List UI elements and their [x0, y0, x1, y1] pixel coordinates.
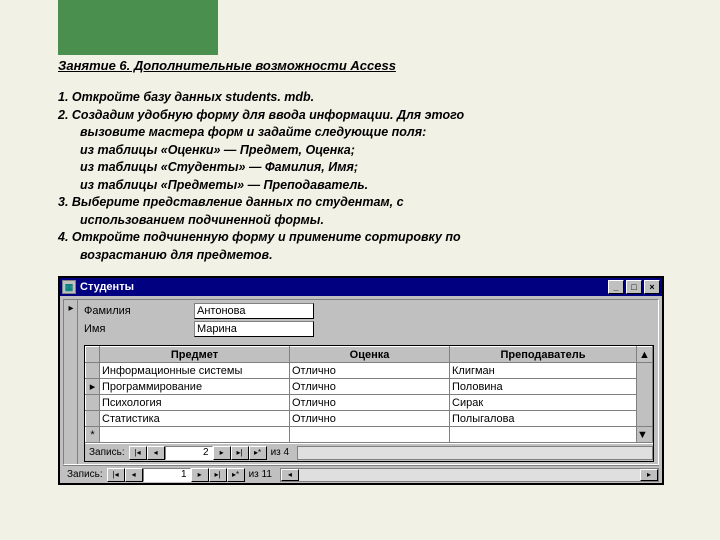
cell-teacher[interactable]: Половина [450, 379, 637, 395]
cell-subject[interactable]: Психология [100, 395, 290, 411]
instr-line: 2. Создадим удобную форму для ввода инфо… [58, 107, 672, 125]
subform-datasheet: Предмет Оценка Преподаватель ▲ Информаци… [84, 345, 654, 462]
nav-new-button[interactable]: ▸* [227, 468, 245, 482]
nav-label: Запись: [85, 447, 129, 458]
scroll-up-button[interactable]: ▲ [637, 347, 653, 363]
form-detail: ▸ Фамилия Антонова Имя Марина [63, 299, 659, 465]
nav-first-button[interactable]: |◂ [129, 446, 147, 460]
close-button[interactable]: × [644, 280, 660, 294]
instr-line: вызовите мастера форм и задайте следующи… [58, 124, 672, 142]
label-surname: Фамилия [84, 305, 194, 317]
label-name: Имя [84, 323, 194, 335]
select-all-cell[interactable] [86, 347, 100, 363]
nav-current[interactable]: 2 [165, 446, 213, 460]
table-row: Статистика Отлично Полыгалова [86, 411, 653, 427]
cell-grade[interactable]: Отлично [290, 379, 450, 395]
instr-line: использованием подчиненной формы. [58, 212, 672, 230]
scrollbar-track[interactable] [637, 363, 653, 427]
outer-record-nav: Запись: |◂ ◂ 1 ▸ ▸| ▸* из 11 ◂ ▸ [63, 465, 659, 483]
instr-line: из таблицы «Оценки» — Предмет, Оценка; [58, 142, 672, 160]
instr-line: 4. Откройте подчиненную форму и применит… [58, 229, 672, 247]
current-record-icon: ▸ [65, 302, 77, 314]
nav-current[interactable]: 1 [143, 468, 191, 482]
hscroll-left-button[interactable]: ◂ [281, 469, 299, 481]
cell-subject[interactable]: Информационные системы [100, 363, 290, 379]
field-surname[interactable]: Антонова [194, 303, 314, 319]
nav-label: Запись: [63, 469, 107, 480]
new-record-icon[interactable]: * [86, 427, 100, 443]
table-row: ▸ Программирование Отлично Половина [86, 379, 653, 395]
access-form-window: ▦ Студенты _ □ × ▸ Фамилия Антонова Имя [58, 276, 664, 485]
cell-grade[interactable]: Отлично [290, 363, 450, 379]
titlebar[interactable]: ▦ Студенты _ □ × [60, 278, 662, 296]
form-icon: ▦ [62, 280, 76, 294]
subform-record-nav: Запись: |◂ ◂ 2 ▸ ▸| ▸* из 4 [85, 443, 653, 461]
scroll-down-button[interactable]: ▼ [637, 427, 653, 443]
cell-teacher[interactable]: Клигман [450, 363, 637, 379]
row-selector[interactable] [86, 395, 100, 411]
instr-line: возрастанию для предметов. [58, 247, 672, 265]
instructions: 1. Откройте базу данных students. mdb. 2… [58, 89, 672, 264]
cell-teacher[interactable]: Сирак [450, 395, 637, 411]
maximize-button[interactable]: □ [626, 280, 642, 294]
cell-teacher[interactable]: Полыгалова [450, 411, 637, 427]
instr-line: 3. Выберите представление данных по студ… [58, 194, 672, 212]
decorative-block [58, 0, 218, 55]
instr-line: из таблицы «Студенты» — Фамилия, Имя; [58, 159, 672, 177]
table-row: Информационные системы Отлично Клигман [86, 363, 653, 379]
nav-last-button[interactable]: ▸| [231, 446, 249, 460]
instr-line: из таблицы «Предметы» — Преподаватель. [58, 177, 672, 195]
row-selector[interactable] [86, 411, 100, 427]
nav-prev-button[interactable]: ◂ [147, 446, 165, 460]
nav-new-button[interactable]: ▸* [249, 446, 267, 460]
row-selector[interactable]: ▸ [86, 379, 100, 395]
subform-hscroll[interactable] [297, 446, 653, 460]
cell-subject[interactable]: Статистика [100, 411, 290, 427]
outer-hscroll[interactable]: ◂ ▸ [280, 468, 659, 482]
table-row: Психология Отлично Сирак [86, 395, 653, 411]
record-selector[interactable]: ▸ [64, 300, 78, 464]
nav-next-button[interactable]: ▸ [213, 446, 231, 460]
col-teacher[interactable]: Преподаватель [450, 347, 637, 363]
new-record-row: * ▼ [86, 427, 653, 443]
row-selector[interactable] [86, 363, 100, 379]
nav-last-button[interactable]: ▸| [209, 468, 227, 482]
nav-prev-button[interactable]: ◂ [125, 468, 143, 482]
minimize-button[interactable]: _ [608, 280, 624, 294]
nav-first-button[interactable]: |◂ [107, 468, 125, 482]
col-subject[interactable]: Предмет [100, 347, 290, 363]
col-grade[interactable]: Оценка [290, 347, 450, 363]
cell-grade[interactable]: Отлично [290, 395, 450, 411]
cell-subject[interactable]: Программирование [100, 379, 290, 395]
field-name[interactable]: Марина [194, 321, 314, 337]
cell-grade[interactable]: Отлично [290, 411, 450, 427]
hscroll-right-button[interactable]: ▸ [640, 469, 658, 481]
nav-next-button[interactable]: ▸ [191, 468, 209, 482]
page-title: Занятие 6. Дополнительные возможности Ac… [58, 58, 672, 73]
instr-line: 1. Откройте базу данных students. mdb. [58, 89, 672, 107]
window-title: Студенты [80, 281, 134, 293]
